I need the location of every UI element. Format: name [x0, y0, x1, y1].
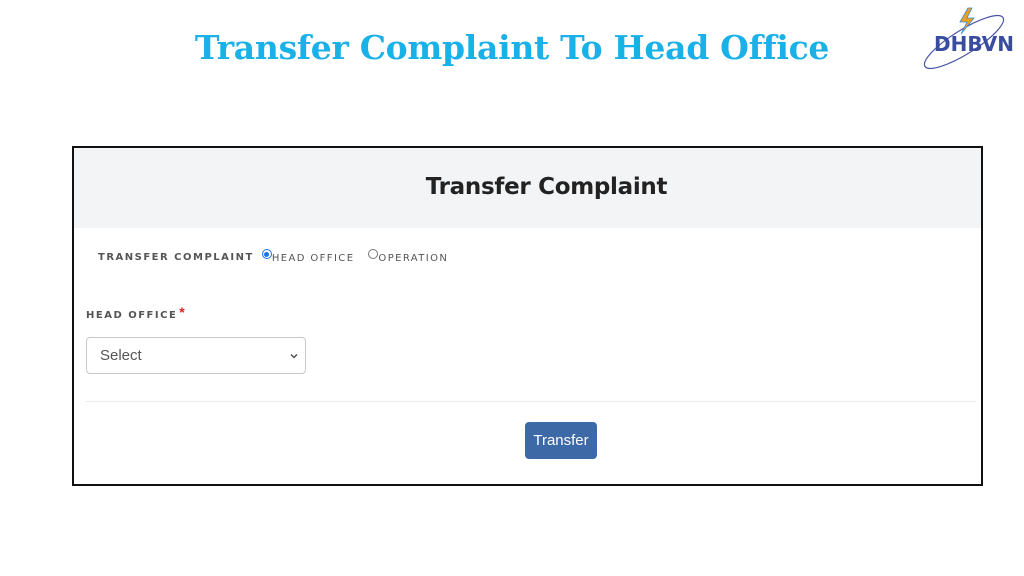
chevron-down-icon	[290, 354, 298, 359]
logo-icon: DHBVN	[923, 7, 1014, 70]
slide-title: Transfer Complaint To Head Office	[194, 28, 830, 67]
divider	[86, 401, 976, 402]
radio-head-office[interactable]: HEAD OFFICE	[261, 248, 355, 270]
radio-head-office-label: HEAD OFFICE	[271, 253, 355, 264]
radio-operation-label: OPERATION	[378, 253, 449, 264]
logo-text: DHBVN	[934, 32, 1014, 56]
card-header-title: Transfer Complaint	[425, 174, 668, 200]
card-header: Transfer Complaint	[74, 148, 981, 228]
transfer-complaint-label: TRANSFER COMPLAINT	[98, 252, 254, 263]
transfer-complaint-card: Transfer Complaint TRANSFER COMPLAINT HE…	[72, 146, 983, 486]
dhbvn-logo: DHBVN	[920, 4, 1016, 70]
radio-head-office-input[interactable]	[261, 249, 272, 259]
head-office-label: HEAD OFFICE	[86, 310, 178, 321]
transfer-button[interactable]: Transfer	[525, 422, 597, 459]
head-office-select-value: Select	[100, 347, 142, 364]
required-asterisk: *	[179, 304, 185, 320]
head-office-select[interactable]: Select	[86, 337, 306, 374]
transfer-type-radio-group: TRANSFER COMPLAINT HEAD OFFICE OPERATION	[98, 248, 448, 268]
head-office-field-label: HEAD OFFICE *	[86, 304, 185, 326]
radio-operation-input[interactable]	[368, 249, 379, 259]
radio-operation[interactable]: OPERATION	[368, 248, 448, 270]
